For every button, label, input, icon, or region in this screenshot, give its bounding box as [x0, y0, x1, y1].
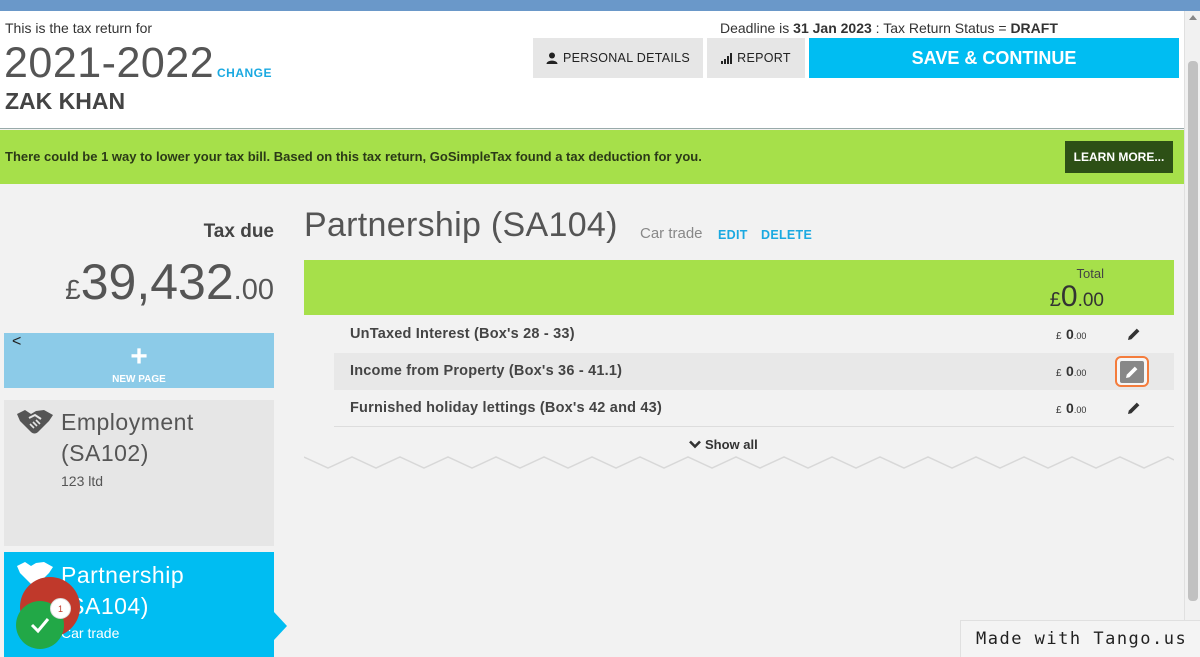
report-button[interactable]: REPORT	[707, 38, 805, 78]
taxpayer-name: ZAK KHAN	[5, 88, 126, 114]
show-all-label: Show all	[705, 437, 758, 452]
person-icon	[546, 52, 558, 64]
row-whole: 0	[1066, 363, 1074, 379]
total-whole: 0	[1060, 280, 1078, 313]
total-currency: £	[1049, 289, 1061, 311]
row-decimal: .00	[1073, 368, 1087, 378]
row-whole: 0	[1066, 326, 1074, 342]
chevron-down-icon	[689, 440, 701, 449]
edit-page-link[interactable]: EDIT	[718, 228, 748, 242]
show-all-button[interactable]: Show all	[689, 437, 758, 452]
divider	[334, 426, 1174, 427]
edit-row-button-inner[interactable]	[1120, 360, 1144, 383]
total-bar: Total £0.00	[304, 260, 1174, 315]
header: This is the tax return for 2021-2022 CHA…	[0, 11, 1184, 129]
new-page-label: NEW PAGE	[112, 374, 166, 385]
deadline-status: Deadline is 31 Jan 2023 : Tax Return Sta…	[720, 20, 1058, 36]
card-title-line2: (SA102)	[61, 440, 149, 466]
row-name: Income from Property (Box's 36 - 41.1)	[350, 363, 623, 379]
report-label: REPORT	[737, 51, 791, 65]
scroll-thumb[interactable]	[1188, 61, 1198, 601]
total-label: Total	[1076, 266, 1104, 281]
card-title-line1: Employment	[61, 409, 194, 435]
table-row: Income from Property (Box's 36 - 41.1) £…	[334, 353, 1174, 390]
bar-chart-icon	[721, 52, 733, 64]
row-amount: £ 0.00	[1056, 400, 1086, 418]
row-amount: £ 0.00	[1056, 363, 1086, 381]
tax-due-label: Tax due	[203, 221, 274, 242]
row-currency: £	[1056, 405, 1062, 416]
card-title: Partnership (SA104)	[61, 560, 184, 622]
page-subtitle: Car trade	[640, 225, 703, 242]
pencil-icon	[1128, 402, 1140, 414]
tax-due-amount: £39,432.00	[0, 253, 274, 311]
page-card-employment[interactable]: Employment (SA102) 123 ltd	[4, 400, 274, 546]
row-name: Furnished holiday lettings (Box's 42 and…	[350, 400, 662, 416]
deadline-prefix: Deadline is	[720, 20, 794, 36]
zigzag-divider	[304, 456, 1174, 469]
banner-text: There could be 1 way to lower your tax b…	[5, 149, 702, 164]
tax-due-whole: 39,432	[80, 254, 234, 310]
status-value: DRAFT	[1010, 20, 1058, 36]
row-decimal: .00	[1073, 331, 1087, 341]
personal-details-button[interactable]: PERSONAL DETAILS	[533, 38, 703, 78]
new-page-button[interactable]: < + NEW PAGE	[4, 333, 274, 388]
edit-row-button[interactable]	[1125, 325, 1143, 343]
scroll-up-arrow-icon[interactable]	[1189, 15, 1197, 20]
table-row: UnTaxed Interest (Box's 28 - 33) £ 0.00	[334, 316, 1174, 353]
scrollbar[interactable]	[1184, 11, 1200, 657]
handshake-icon	[17, 410, 53, 434]
card-title: Employment (SA102)	[61, 407, 194, 469]
row-currency: £	[1056, 331, 1062, 342]
card-title-line1: Partnership	[61, 562, 185, 588]
pencil-icon	[1128, 328, 1140, 340]
deadline-date: 31 Jan 2023	[793, 20, 872, 36]
tax-return-intro: This is the tax return for	[5, 20, 153, 36]
delete-page-link[interactable]: DELETE	[761, 228, 812, 242]
plus-icon: +	[130, 340, 148, 373]
change-year-link[interactable]: CHANGE	[217, 66, 272, 80]
save-continue-button[interactable]: SAVE & CONTINUE	[809, 38, 1179, 78]
status-prefix: : Tax Return Status =	[871, 20, 1011, 36]
notification-badge: 1	[50, 598, 71, 619]
top-strip	[0, 0, 1200, 11]
tax-deduction-banner: There could be 1 way to lower your tax b…	[0, 130, 1184, 184]
row-decimal: .00	[1073, 405, 1087, 415]
row-amount: £ 0.00	[1056, 326, 1086, 344]
tax-year: 2021-2022	[4, 39, 215, 87]
learn-more-button[interactable]: LEARN MORE...	[1065, 141, 1173, 173]
pencil-icon	[1126, 366, 1138, 378]
card-subtitle: 123 ltd	[61, 473, 104, 489]
page-title: Partnership (SA104)	[304, 206, 618, 244]
row-currency: £	[1056, 368, 1062, 379]
total-decimal: .00	[1077, 290, 1104, 311]
personal-details-label: PERSONAL DETAILS	[562, 51, 691, 65]
row-whole: 0	[1066, 400, 1074, 416]
table-row: Furnished holiday lettings (Box's 42 and…	[334, 390, 1174, 427]
total-amount: £0.00	[1050, 280, 1104, 314]
row-name: UnTaxed Interest (Box's 28 - 33)	[350, 326, 575, 342]
edit-row-button[interactable]	[1125, 399, 1143, 417]
tax-due-decimal: .00	[233, 274, 274, 306]
edit-row-button[interactable]	[1115, 356, 1149, 387]
tax-due-currency: £	[65, 274, 81, 305]
tango-watermark: Made with Tango.us	[960, 620, 1200, 657]
